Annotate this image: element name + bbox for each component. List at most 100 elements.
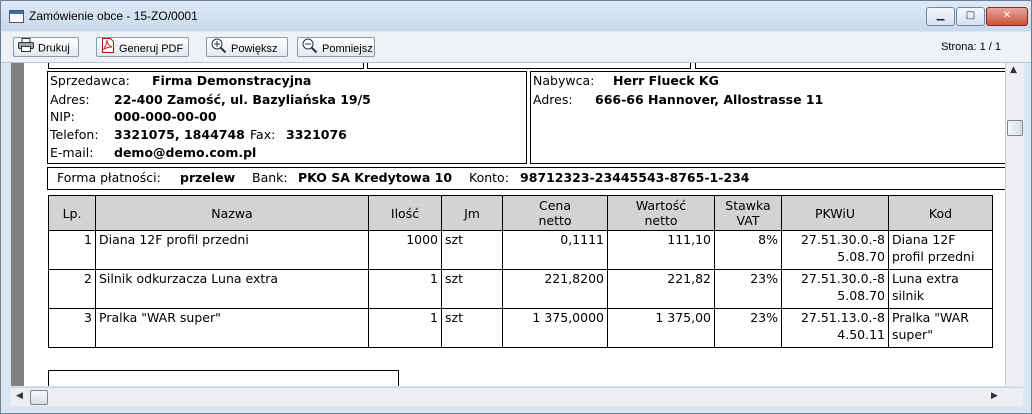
cell-value: 221,82	[607, 269, 715, 309]
price-header-line1: Cena	[538, 198, 571, 213]
payment-form: przelew	[180, 170, 236, 185]
cell-name: Silnik odkurzacza Luna extra	[95, 269, 369, 309]
cell-price: 0,1111	[502, 230, 608, 270]
title-bar[interactable]: Zamówienie obce - 15-ZO/0001 ▁ □ ✕	[1, 1, 1031, 31]
cell-value: 111,10	[607, 230, 715, 270]
scroll-right-icon[interactable]: ▶	[991, 391, 998, 401]
seller-address: 22-400 Zamość, ul. Bazyliańska 19/5	[114, 92, 371, 107]
close-button[interactable]: ✕	[986, 7, 1028, 26]
cell-code: Pralka "WAR super"	[888, 308, 993, 348]
cell-lp: 3	[48, 308, 96, 348]
zoom-in-label: Powiększ	[231, 42, 278, 55]
print-label: Drukuj	[38, 42, 70, 55]
table-row: 3 Pralka "WAR super" 1 szt 1 375,0000 1 …	[48, 308, 993, 348]
previous-section-box	[367, 63, 691, 69]
column-header-value: Wartość netto	[607, 195, 715, 231]
column-header-lp: Lp.	[48, 195, 96, 231]
zoom-in-button[interactable]: Powiększ	[206, 37, 288, 57]
zoom-in-icon	[211, 38, 227, 60]
toolbar: Drukuj Generuj PDF Powiększ Pomniejsz St…	[1, 32, 1031, 63]
minimize-button[interactable]: ▁	[926, 7, 955, 26]
report-page: Sprzedawca: Firma Demonstracyjna Adres: …	[27, 63, 1005, 386]
cell-qty: 1000	[368, 230, 442, 270]
column-header-code: Kod	[888, 195, 993, 231]
code-line1: Pralka "WAR	[892, 310, 969, 325]
zoom-out-icon	[302, 38, 318, 60]
bank-name: PKO SA Kredytowa 10	[298, 170, 453, 185]
vat-header-line1: Stawka	[725, 198, 771, 213]
vertical-scroll-thumb[interactable]	[1007, 120, 1023, 136]
table-header-row: Lp. Nazwa Ilość Jm Cena netto Wartość nett…	[48, 195, 993, 231]
window-title: Zamówienie obce - 15-ZO/0001	[29, 9, 198, 23]
summary-box	[48, 370, 399, 386]
bank-label: Bank:	[252, 170, 288, 185]
cell-code: Diana 12F profil przedni	[888, 230, 993, 270]
column-header-name: Nazwa	[95, 195, 369, 231]
buyer-box: Nabywca: Herr Flueck KG Adres: 666-66 Ha…	[530, 71, 1005, 164]
cell-vat: 23%	[714, 269, 782, 309]
scroll-left-icon[interactable]: ◀	[16, 391, 23, 401]
payment-form-label: Forma płatności:	[57, 170, 161, 185]
print-button[interactable]: Drukuj	[13, 37, 79, 57]
seller-box: Sprzedawca: Firma Demonstracyjna Adres: …	[47, 71, 527, 164]
seller-phone-label: Telefon:	[50, 127, 99, 142]
value-header-line2: netto	[644, 213, 678, 228]
seller-fax: 3321076	[286, 127, 347, 142]
seller-phone: 3321075, 1844748	[114, 127, 245, 142]
vat-header-line2: VAT	[736, 213, 760, 228]
cell-lp: 2	[48, 269, 96, 309]
column-header-price: Cena netto	[502, 195, 608, 231]
pdf-label: Generuj PDF	[119, 42, 184, 55]
buyer-name: Herr Flueck KG	[613, 73, 719, 88]
column-header-vat: Stawka VAT	[714, 195, 782, 231]
cell-pkwiu: 27.51.30.0.-8 5.08.70	[781, 269, 889, 309]
seller-label: Sprzedawca:	[50, 73, 130, 88]
cell-code: Luna extra silnik	[888, 269, 993, 309]
pkwiu-line2: 5.08.70	[837, 249, 885, 264]
buyer-address: 666-66 Hannover, Allostrasse 11	[595, 92, 824, 107]
cell-lp: 1	[48, 230, 96, 270]
previous-section-box	[695, 63, 1005, 69]
buyer-address-label: Adres:	[533, 92, 573, 107]
seller-name: Firma Demonstracyjna	[152, 73, 312, 88]
payment-box: Forma płatności: przelew Bank: PKO SA Kr…	[47, 167, 1005, 190]
order-items-table: Lp. Nazwa Ilość Jm Cena netto Wartość nett…	[48, 195, 993, 348]
cell-pkwiu: 27.51.30.0.-8 5.08.70	[781, 230, 889, 270]
pkwiu-line1: 27.51.13.0.-8	[800, 310, 885, 325]
vertical-scrollbar[interactable]: ▲	[1005, 63, 1024, 386]
cell-name: Diana 12F profil przedni	[95, 230, 369, 270]
cell-unit: szt	[441, 308, 503, 348]
maximize-button[interactable]: □	[956, 7, 985, 26]
buyer-label: Nabywca:	[533, 73, 595, 88]
column-header-unit: Jm	[441, 195, 503, 231]
previous-section-box	[48, 63, 364, 69]
table-row: 2 Silnik odkurzacza Luna extra 1 szt 221…	[48, 269, 993, 309]
pkwiu-line1: 27.51.30.0.-8	[800, 271, 885, 286]
account-number: 98712323-23445543-8765-1-234	[520, 170, 750, 185]
scroll-up-icon[interactable]: ▲	[1010, 65, 1017, 75]
cell-unit: szt	[441, 269, 503, 309]
seller-email: demo@demo.com.pl	[114, 145, 257, 160]
cell-price: 221,8200	[502, 269, 608, 309]
column-header-qty: Ilość	[368, 195, 442, 231]
app-window-icon	[9, 10, 24, 23]
seller-nip-label: NIP:	[50, 109, 75, 124]
cell-value: 1 375,00	[607, 308, 715, 348]
column-header-pkwiu: PKWiU	[781, 195, 889, 231]
generate-pdf-button[interactable]: Generuj PDF	[96, 37, 189, 57]
seller-address-label: Adres:	[50, 92, 90, 107]
cell-vat: 8%	[714, 230, 782, 270]
table-row: 1 Diana 12F profil przedni 1000 szt 0,11…	[48, 230, 993, 270]
cell-qty: 1	[368, 308, 442, 348]
pkwiu-line2: 4.50.11	[837, 327, 885, 342]
code-line2: silnik	[892, 288, 925, 303]
cell-pkwiu: 27.51.13.0.-8 4.50.11	[781, 308, 889, 348]
printer-icon	[18, 38, 34, 59]
pdf-icon	[101, 38, 115, 60]
horizontal-scroll-thumb[interactable]	[30, 390, 48, 405]
cell-unit: szt	[441, 230, 503, 270]
zoom-out-button[interactable]: Pomniejsz	[297, 37, 375, 57]
price-header-line2: netto	[538, 213, 572, 228]
horizontal-scrollbar[interactable]: ◀ ▶	[11, 387, 1023, 406]
code-line2: profil przedni	[892, 249, 975, 264]
